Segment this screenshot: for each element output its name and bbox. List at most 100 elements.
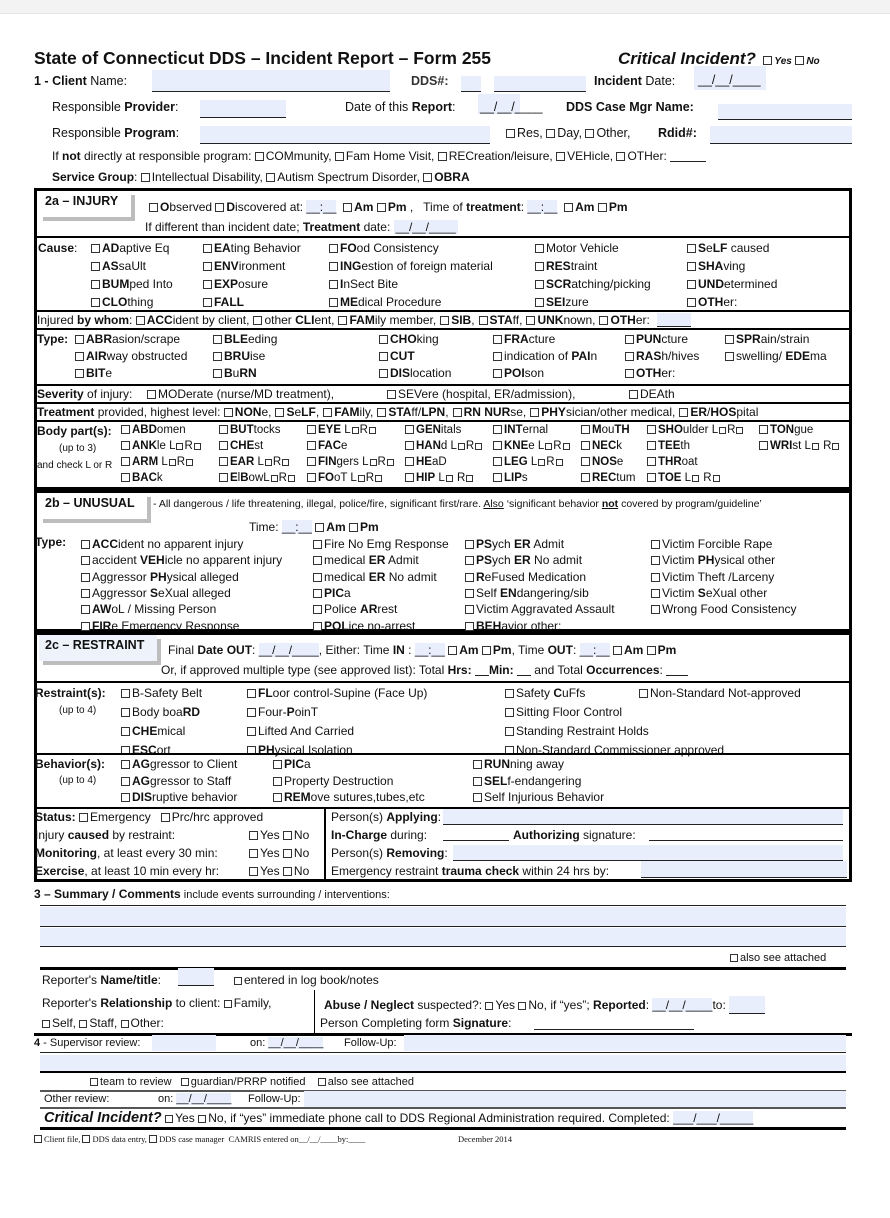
fam-home-visit-checkbox[interactable] (334, 152, 344, 161)
treatment-pm-checkbox[interactable] (597, 203, 607, 212)
body-part-teeth[interactable]: TEEth (647, 440, 690, 452)
critical-completed-date[interactable]: ___/___/_____ (673, 1111, 754, 1125)
by-whom-staff[interactable]: STAff, (478, 313, 522, 327)
critical-no-checkbox[interactable] (795, 56, 805, 65)
injury-type-indication-of-pain[interactable]: indication of PAIn (493, 349, 597, 363)
unusual-type-police-no-arrest[interactable]: POLice no-arrest (313, 619, 415, 633)
unusual-am-checkbox[interactable] (315, 523, 325, 532)
incharge-input[interactable] (443, 829, 509, 841)
restraint-type-sitting-floor-control[interactable]: Sitting Floor Control (505, 705, 622, 719)
body-part-neck[interactable]: NECk (581, 440, 622, 452)
restraint-type-floor-control-supine-face-up[interactable]: FLoor control-Supine (Face Up) (247, 686, 427, 700)
cause-motor-vehicle[interactable]: Motor Vehicle (535, 241, 619, 255)
unusual-type-aggressor-sexual-alleged[interactable]: Aggressor SeXual alleged (81, 586, 231, 600)
unusual-type-medical-er-no-admit[interactable]: medical ER No admit (313, 570, 437, 584)
cause-fall[interactable]: FALL (203, 295, 244, 309)
behavior-self-injurious-behavior[interactable]: Self Injurious Behavior (473, 790, 604, 804)
body-part-head[interactable]: HEaD (405, 456, 447, 468)
cause-other[interactable]: OTHer: (687, 295, 737, 309)
dds-number-input-2[interactable] (494, 76, 586, 92)
relationship-self-checkbox[interactable] (42, 1020, 50, 1028)
treatment-self[interactable]: SeLF, (275, 405, 319, 419)
injury-caused-yes[interactable] (249, 831, 258, 840)
body-part-knee-l-r[interactable]: KNEe LR (493, 440, 571, 452)
unusual-time-input[interactable]: __:__ (281, 520, 312, 534)
unusual-type-victim-sexual-other[interactable]: Victim SeXual other (651, 586, 767, 600)
cause-insect-bite[interactable]: InSect Bite (329, 277, 398, 291)
treatment-staff-lpn[interactable]: STAff/LPN, (377, 405, 449, 419)
unusual-type-accident-no-apparent-injury[interactable]: ACCident no apparent injury (81, 537, 243, 551)
other-location-checkbox[interactable] (616, 152, 626, 161)
unusual-type-victim-theft-larceny[interactable]: Victim Theft /Larceny (651, 570, 774, 584)
body-part-back[interactable]: BACk (121, 472, 163, 484)
day-checkbox[interactable] (546, 129, 556, 138)
injury-type-sprain-strain[interactable]: SPRain/strain (725, 332, 809, 346)
restraint-type-non-standard-not-approved[interactable]: Non-Standard Not-approved (639, 686, 801, 700)
body-part-arm-l-r[interactable]: ARM LR (121, 456, 194, 468)
removing-input[interactable] (453, 845, 843, 861)
other-follow-up-input[interactable] (304, 1091, 846, 1107)
by-whom-other[interactable]: OTHer: (599, 313, 650, 327)
reported-to-input[interactable] (729, 996, 766, 1014)
cause-adaptive-eq[interactable]: ADaptive Eq (91, 241, 169, 255)
res-checkbox[interactable] (506, 129, 515, 138)
body-part-tongue[interactable]: TONgue (759, 424, 813, 436)
guardian-notified-checkbox[interactable] (180, 1078, 189, 1086)
summary-also-attached-checkbox[interactable] (730, 954, 738, 962)
other-program-checkbox[interactable] (585, 129, 595, 138)
observed-checkbox[interactable] (149, 203, 158, 212)
unusual-type-psych-er-no-admit[interactable]: PSych ER No admit (465, 553, 582, 567)
body-part-throat[interactable]: THRoat (647, 456, 698, 468)
relationship-staff-checkbox[interactable] (79, 1020, 88, 1028)
severity-moderate[interactable]: MODerate (nurse/MD treatment), (147, 387, 334, 401)
monitoring-no[interactable] (282, 849, 292, 858)
summary-input-2[interactable] (40, 928, 846, 947)
treatment-date-input[interactable]: __/__/____ (393, 220, 458, 234)
dds-case-manager-checkbox[interactable] (149, 1135, 158, 1143)
vehicle-checkbox[interactable] (556, 152, 566, 161)
unusual-type-pica[interactable]: PICa (313, 586, 351, 600)
status-emergency-checkbox[interactable] (79, 813, 89, 822)
monitoring-yes[interactable] (249, 849, 258, 858)
injury-type-cut[interactable]: CUT (379, 349, 415, 363)
case-mgr-input[interactable] (718, 104, 852, 120)
total-occurrences-input[interactable] (666, 664, 689, 676)
by-whom-unknown[interactable]: UNKnown, (526, 313, 595, 327)
cause-food-consistency[interactable]: FOod Consistency (329, 241, 439, 255)
injury-type-fracture[interactable]: FRActure (493, 332, 555, 346)
authorizing-signature-input[interactable] (649, 829, 843, 841)
unusual-type-wrong-food-consistency[interactable]: Wrong Food Consistency (651, 602, 797, 616)
cause-shaving[interactable]: SHAving (687, 259, 745, 273)
total-hrs-input[interactable] (474, 664, 489, 676)
supervisor-on-date[interactable]: __/__/____ (268, 1037, 324, 1049)
unusual-type-fire-emergency-response[interactable]: FIRe Emergency Response (81, 619, 239, 633)
responsible-provider-input[interactable] (200, 100, 286, 118)
discovered-checkbox[interactable] (215, 203, 225, 212)
intellectual-disability-checkbox[interactable] (140, 173, 150, 182)
injury-type-bleeding[interactable]: BLEeding (213, 332, 277, 346)
body-part-toe-l-r[interactable]: TOE L R (647, 472, 721, 484)
time-out-input[interactable]: __:__ (579, 643, 610, 657)
time-in-pm-checkbox[interactable] (481, 646, 491, 655)
body-part-foot-l-r[interactable]: FOoT LR (307, 472, 383, 484)
unusual-type-behavior-other[interactable]: BEHavior other: (465, 619, 561, 633)
recreation-checkbox[interactable] (437, 152, 447, 161)
body-part-hip-l-r[interactable]: HIP L R (405, 472, 474, 484)
body-part-lips[interactable]: LIPs (493, 472, 528, 484)
other-review-date[interactable]: __/__/____ (176, 1093, 232, 1105)
critical-footer-no-checkbox[interactable] (198, 1115, 207, 1123)
injury-type-abrasion-scrape[interactable]: ABRasion/scrape (75, 332, 180, 346)
body-part-abdomen[interactable]: ABDomen (121, 424, 186, 436)
body-part-genitals[interactable]: GENitals (405, 424, 461, 436)
cause-scratching-picking[interactable]: SCRatching/picking (535, 277, 651, 291)
treatment-physician-other-medical[interactable]: PHYsician/other medical, (530, 405, 675, 419)
body-part-eye-l-r[interactable]: EYE LR (307, 424, 377, 436)
body-part-leg-l-r[interactable]: LEG LR (493, 456, 564, 468)
body-part-face[interactable]: FACe (307, 440, 347, 452)
by-whom-sib[interactable]: SIB, (440, 313, 475, 327)
unusual-type-refused-medication[interactable]: ReFused Medication (465, 570, 586, 584)
unusual-type-self-endangering-sib[interactable]: Self ENdangering/sib (465, 586, 589, 600)
injury-caused-no[interactable] (282, 831, 292, 840)
cause-exposure[interactable]: EXPosure (203, 277, 268, 291)
cause-seizure[interactable]: SEIzure (535, 295, 589, 309)
